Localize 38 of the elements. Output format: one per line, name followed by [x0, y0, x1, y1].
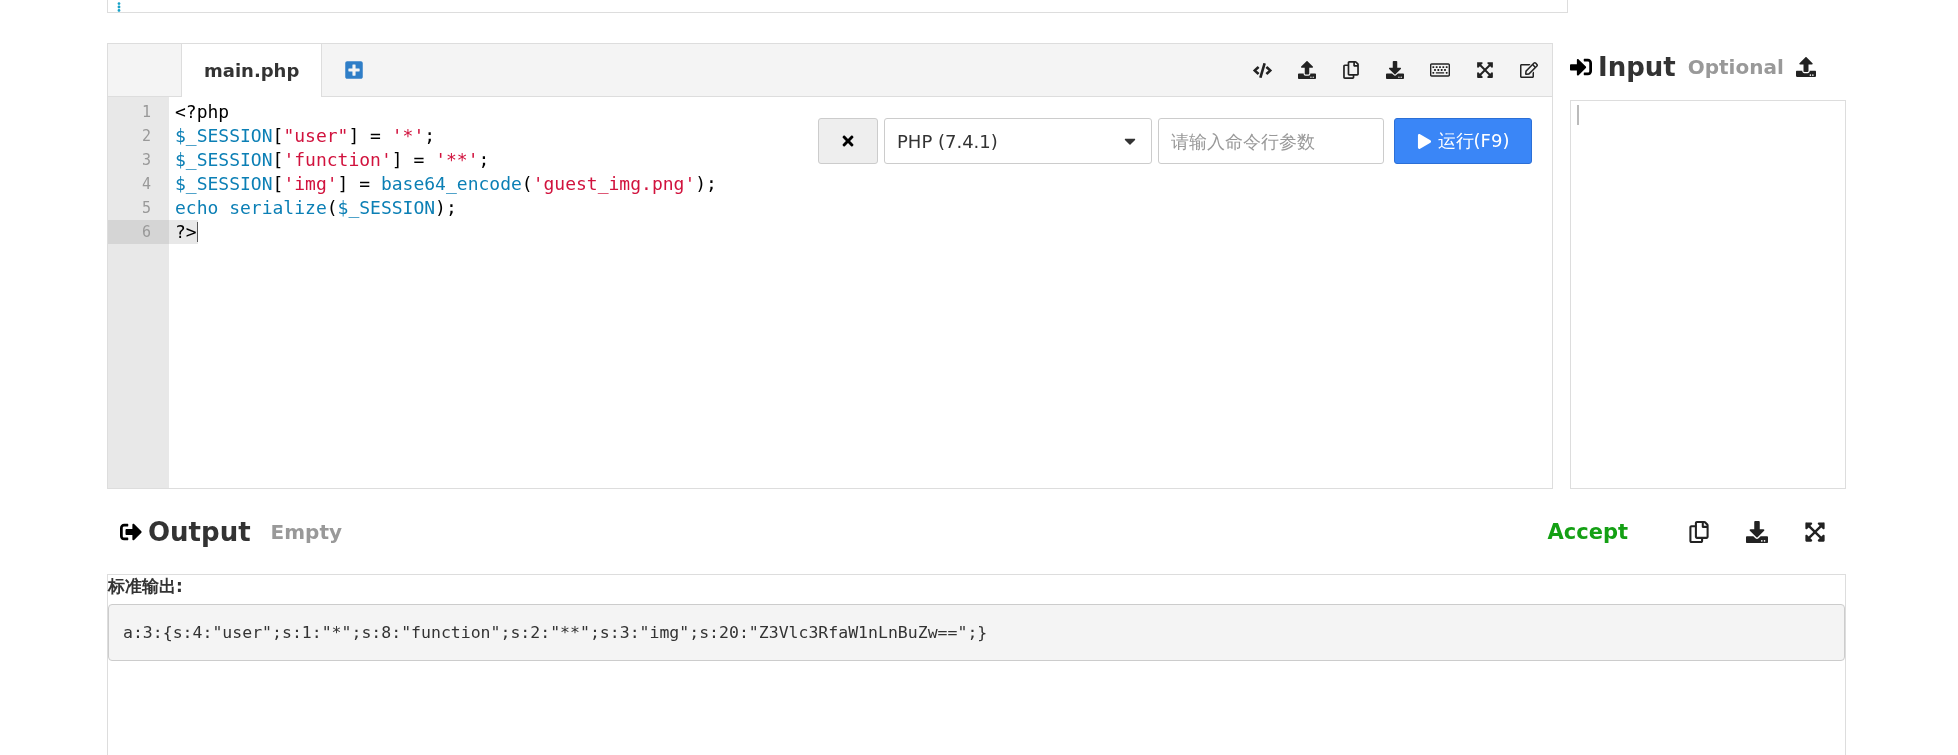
upload-icon[interactable] — [1795, 56, 1816, 77]
code-line: <?php — [175, 100, 230, 124]
code-line: echo serialize($_SESSION); — [175, 196, 457, 220]
code-line: $_SESSION['function'] = '**'; — [175, 148, 490, 172]
input-hint: Optional — [1687, 54, 1784, 79]
code-icon[interactable] — [1253, 60, 1272, 80]
download-icon[interactable] — [1746, 520, 1768, 543]
arguments-field[interactable]: 请输入命令行参数 — [1158, 118, 1384, 164]
input-field[interactable] — [1570, 100, 1846, 489]
edit-icon[interactable] — [1520, 61, 1538, 79]
upload-icon[interactable] — [1298, 61, 1316, 79]
download-icon[interactable] — [1386, 61, 1404, 79]
text-cursor — [196, 222, 198, 242]
play-icon — [1416, 133, 1432, 149]
copy-icon[interactable] — [1342, 61, 1360, 79]
keyboard-icon[interactable] — [1430, 60, 1450, 80]
stdout-text: a:3:{s:4:"user";s:1:"*";s:8:"function";s:2:"**";s:3:"img";s:20:"Z3Vlc3RfaW1nLnBuZw==";} — [108, 604, 1845, 661]
line-number: 6 — [108, 220, 169, 244]
line-number: 3 — [140, 150, 152, 171]
close-icon — [840, 133, 856, 149]
verdict-text: Accept — [1547, 519, 1628, 544]
line-number: 4 — [140, 174, 152, 195]
input-title: Input — [1598, 51, 1676, 82]
line-number: 1 — [140, 102, 152, 123]
language-select[interactable]: PHP (7.4.1) — [884, 118, 1152, 164]
code-line: $_SESSION["user"] = '*'; — [175, 124, 436, 148]
stdout-label: 标准输出: — [108, 575, 184, 598]
run-button[interactable]: 运行(F9) — [1394, 118, 1532, 164]
file-tab[interactable]: main.php — [181, 44, 323, 97]
line-number: 2 — [140, 126, 152, 147]
line-number: 5 — [140, 198, 152, 219]
code-line: $_SESSION['img'] = base64_encode('guest_img.png'); — [175, 172, 717, 196]
output-title: Output — [148, 516, 251, 547]
expand-icon[interactable] — [1804, 520, 1826, 543]
copy-icon[interactable] — [1688, 520, 1710, 543]
expand-icon[interactable] — [1476, 61, 1494, 79]
clear-button[interactable] — [818, 118, 878, 164]
output-status: Empty — [270, 519, 342, 544]
